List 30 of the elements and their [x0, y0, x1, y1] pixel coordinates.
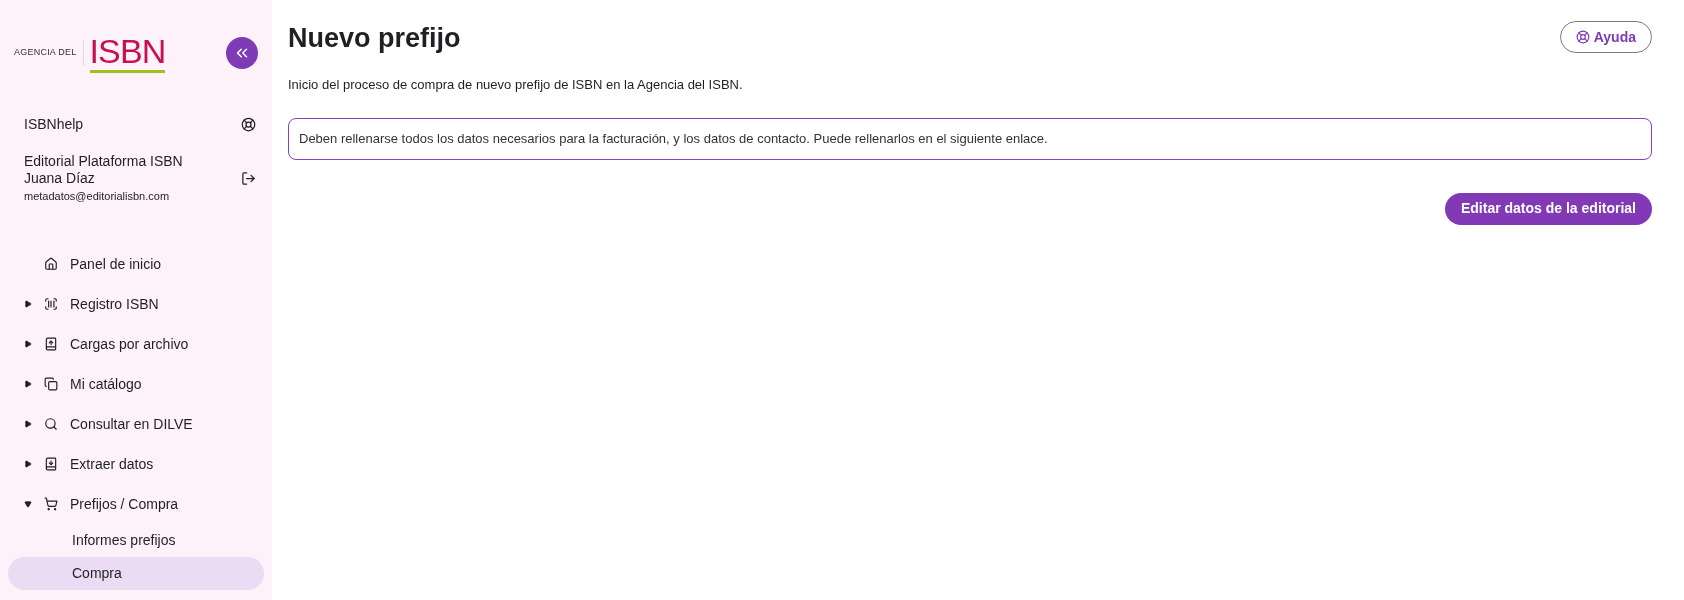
agency-logo: AGENCIA DEL ISBN [14, 33, 166, 73]
search-icon [44, 417, 58, 431]
nav-item[interactable]: Mi catálogo [8, 364, 264, 404]
home-icon [44, 257, 58, 271]
logout-button[interactable] [241, 171, 256, 186]
lifebuoy-icon [1575, 30, 1590, 45]
publisher-name: Editorial Plataforma ISBN [24, 153, 183, 170]
cart-icon [44, 497, 58, 511]
book-upload-icon [44, 337, 58, 351]
page-subtitle: Inicio del proceso de compra de nuevo prefijo de ISBN en la Agencia del ISBN. [288, 75, 744, 94]
nav-subitem[interactable]: Informes prefijos [8, 524, 264, 557]
nav-subitem[interactable]: Compra [8, 557, 264, 590]
logout-icon [241, 171, 256, 186]
collapse-sidebar-button[interactable] [226, 37, 258, 69]
barcode-icon [44, 297, 58, 311]
help-link[interactable]: ISBNhelp [24, 114, 84, 135]
nav-item[interactable]: Prefijos / Compra [8, 484, 264, 524]
nav-item[interactable]: Extraer datos [8, 444, 264, 484]
user-name: Juana Díaz [24, 170, 96, 187]
copy-icon [44, 377, 58, 391]
edit-publisher-button[interactable]: Editar datos de la editorial [1444, 192, 1652, 225]
nav-item[interactable]: Consultar en DILVE [8, 404, 264, 444]
page-title: Nuevo prefijo [288, 22, 461, 55]
user-email: metadatos@editorialisbn.com [24, 189, 171, 204]
lifebuoy-icon [241, 117, 256, 132]
nav-item[interactable]: Cargas por archivo [8, 324, 264, 364]
nav-item[interactable]: Registro ISBN [8, 284, 264, 324]
nav-item[interactable]: Panel de inicio [8, 244, 264, 284]
notice-message: Deben rellenarse todos los datos necesarios para la facturación, y los datos de contacto. Puede rellenarlos en el siguiente enlace. [288, 118, 1652, 160]
book-download-icon [44, 457, 58, 471]
